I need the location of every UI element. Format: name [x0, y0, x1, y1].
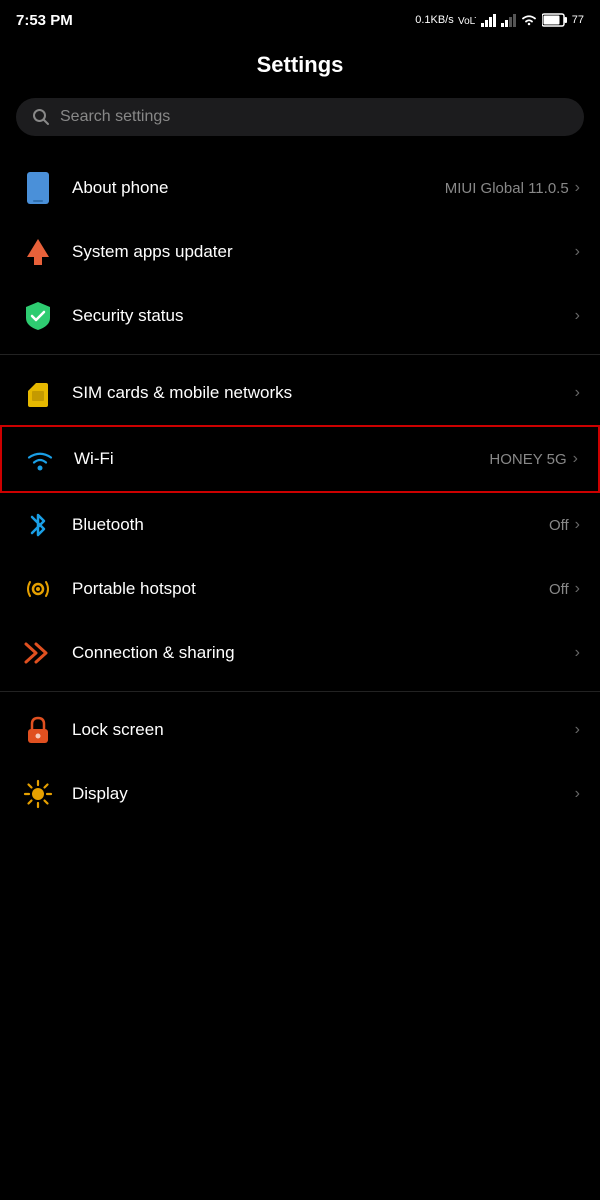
- sim-icon: [20, 375, 56, 411]
- bluetooth-item[interactable]: Bluetooth Off ›: [0, 493, 600, 557]
- display-icon: [20, 776, 56, 812]
- security-status-chevron: ›: [575, 307, 580, 325]
- connection-icon: [20, 635, 56, 671]
- svg-text:VoLTE: VoLTE: [458, 16, 476, 27]
- bluetooth-label: Bluetooth: [72, 515, 549, 535]
- page-header: Settings: [0, 36, 600, 98]
- section-1: About phone MIUI Global 11.0.5 › System …: [0, 156, 600, 348]
- system-apps-label: System apps updater: [72, 242, 569, 262]
- divider-1: [0, 354, 600, 355]
- connection-chevron: ›: [575, 644, 580, 662]
- wifi-icon: [22, 441, 58, 477]
- display-item[interactable]: Display ›: [0, 762, 600, 826]
- network-speed: 0.1KB/s: [415, 14, 454, 26]
- bluetooth-chevron: ›: [575, 516, 580, 534]
- signal-bars-1-icon: [480, 13, 496, 27]
- signal-bars-2-icon: [500, 13, 516, 27]
- security-status-item[interactable]: Security status ›: [0, 284, 600, 348]
- lock-screen-chevron: ›: [575, 721, 580, 739]
- lock-screen-label: Lock screen: [72, 720, 569, 740]
- hotspot-label: Portable hotspot: [72, 579, 549, 599]
- lock-icon: [20, 712, 56, 748]
- status-time: 7:53 PM: [16, 12, 73, 29]
- search-placeholder: Search settings: [60, 108, 170, 126]
- search-container: Search settings: [0, 98, 600, 156]
- wifi-status-icon: [520, 13, 538, 27]
- sim-cards-item[interactable]: SIM cards & mobile networks ›: [0, 361, 600, 425]
- bluetooth-icon: [20, 507, 56, 543]
- connection-label: Connection & sharing: [72, 643, 569, 663]
- wifi-chevron: ›: [573, 450, 578, 468]
- wifi-value: HONEY 5G: [489, 451, 566, 468]
- section-2: SIM cards & mobile networks › Wi-Fi HONE…: [0, 361, 600, 685]
- status-icons: 0.1KB/s VoLTE: [415, 13, 584, 27]
- battery-percent: 77: [572, 14, 584, 26]
- sim-cards-label: SIM cards & mobile networks: [72, 383, 569, 403]
- system-apps-chevron: ›: [575, 243, 580, 261]
- display-label: Display: [72, 784, 569, 804]
- security-status-label: Security status: [72, 306, 569, 326]
- about-phone-label: About phone: [72, 178, 445, 198]
- divider-2: [0, 691, 600, 692]
- display-chevron: ›: [575, 785, 580, 803]
- page-title: Settings: [257, 52, 344, 77]
- wifi-label: Wi-Fi: [74, 449, 489, 469]
- network-type-icon: VoLTE: [458, 13, 476, 27]
- phone-icon: [20, 170, 56, 206]
- sim-cards-chevron: ›: [575, 384, 580, 402]
- shield-icon: [20, 298, 56, 334]
- about-phone-chevron: ›: [575, 179, 580, 197]
- arrow-up-icon: [20, 234, 56, 270]
- about-phone-value: MIUI Global 11.0.5: [445, 180, 569, 197]
- wifi-item[interactable]: Wi-Fi HONEY 5G ›: [0, 425, 600, 493]
- hotspot-chevron: ›: [575, 580, 580, 598]
- system-apps-item[interactable]: System apps updater ›: [0, 220, 600, 284]
- settings-list: About phone MIUI Global 11.0.5 › System …: [0, 156, 600, 826]
- bluetooth-value: Off: [549, 517, 569, 534]
- status-bar: 7:53 PM 0.1KB/s VoLTE: [0, 0, 600, 36]
- search-bar[interactable]: Search settings: [16, 98, 584, 136]
- connection-item[interactable]: Connection & sharing ›: [0, 621, 600, 685]
- hotspot-item[interactable]: Portable hotspot Off ›: [0, 557, 600, 621]
- section-3: Lock screen › Display: [0, 698, 600, 826]
- hotspot-icon: [20, 571, 56, 607]
- hotspot-value: Off: [549, 581, 569, 598]
- about-phone-item[interactable]: About phone MIUI Global 11.0.5 ›: [0, 156, 600, 220]
- search-icon: [32, 108, 50, 126]
- lock-screen-item[interactable]: Lock screen ›: [0, 698, 600, 762]
- battery-icon: [542, 13, 568, 27]
